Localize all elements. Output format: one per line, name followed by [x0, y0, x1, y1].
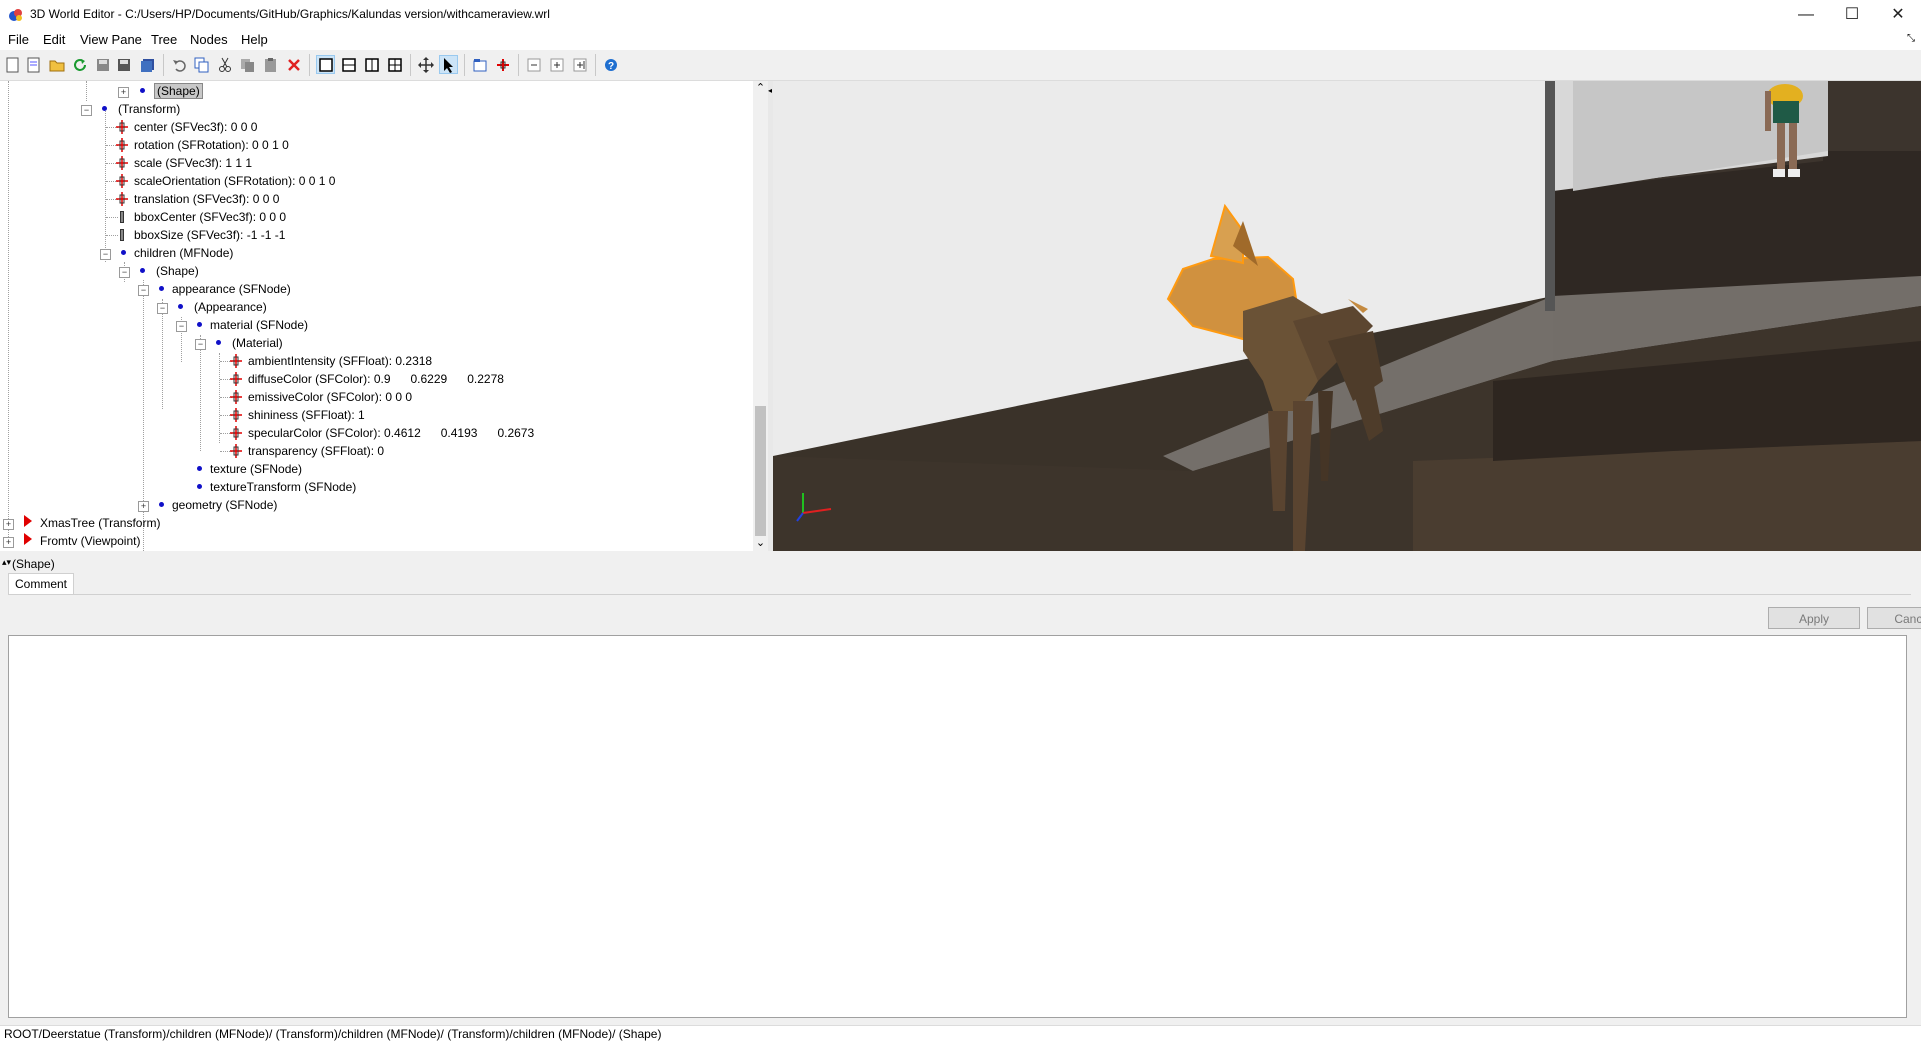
tree-node-material[interactable]: (Material)	[232, 334, 283, 352]
field-icon	[230, 444, 242, 458]
cut-icon[interactable]	[215, 55, 234, 74]
status-bar: ROOT/Deerstatue (Transform)/children (MF…	[0, 1025, 1921, 1042]
scroll-up-icon[interactable]: ⌃	[753, 81, 768, 96]
3d-viewport[interactable]	[773, 81, 1921, 551]
tree-field-bbox-size[interactable]: bboxSize (SFVec3f): -1 -1 -1	[134, 226, 285, 244]
field-icon	[116, 156, 128, 170]
node-icon[interactable]	[470, 55, 489, 74]
tree-field-emissive-color[interactable]: emissiveColor (SFColor): 0 0 0	[248, 388, 412, 406]
cancel-button[interactable]: Cancel	[1867, 607, 1921, 629]
paste-icon[interactable]	[261, 55, 280, 74]
transform-marker-icon	[24, 515, 32, 527]
toolbar: ?	[0, 50, 1921, 81]
new-template-icon[interactable]	[24, 55, 43, 74]
delete-icon[interactable]	[284, 55, 303, 74]
scroll-down-icon[interactable]: ⌄	[753, 536, 768, 551]
tree-node-texture[interactable]: texture (SFNode)	[210, 460, 302, 478]
scroll-thumb[interactable]	[755, 406, 766, 536]
field-icon	[116, 192, 128, 206]
save-all-icon[interactable]	[138, 55, 157, 74]
tree-node-children[interactable]: children (MFNode)	[134, 244, 233, 262]
app-icon	[9, 9, 22, 21]
tree-field-transparency[interactable]: transparency (SFFloat): 0	[248, 442, 384, 460]
minimize-button[interactable]: —	[1783, 0, 1829, 30]
window-title: 3D World Editor - C:/Users/HP/Documents/…	[30, 7, 550, 21]
undo-icon[interactable]	[169, 55, 188, 74]
viewpoint-marker-icon	[24, 533, 32, 545]
tree-node-fromtv[interactable]: Fromtv (Viewpoint)	[40, 532, 140, 550]
select-pointer-icon[interactable]	[439, 55, 458, 74]
tree-node-shape[interactable]: (Shape)	[156, 262, 199, 280]
tree-node-appearance-field[interactable]: appearance (SFNode)	[172, 280, 291, 298]
property-panel: ▴▾ (Shape) Comment Apply Cancel	[0, 557, 1921, 1025]
comment-textarea[interactable]	[8, 635, 1907, 1018]
menu-nodes[interactable]: Nodes	[190, 32, 228, 47]
readonly-field-icon	[120, 229, 124, 241]
tree-node-texture-transform[interactable]: textureTransform (SFNode)	[210, 478, 356, 496]
menu-view-pane[interactable]: View Pane	[80, 32, 142, 47]
tree-node-appearance[interactable]: (Appearance)	[194, 298, 267, 316]
scene-render	[773, 81, 1921, 551]
tree-field-diffuse-color[interactable]: diffuseColor (SFColor): 0.9 0.6229 0.227…	[248, 370, 504, 388]
tree-field-translation[interactable]: translation (SFVec3f): 0 0 0	[134, 190, 279, 208]
expand-all-icon[interactable]	[570, 55, 589, 74]
tree-field-rotation[interactable]: rotation (SFRotation): 0 0 1 0	[134, 136, 289, 154]
field-icon	[116, 174, 128, 188]
collapse-icon[interactable]	[524, 55, 543, 74]
tree-field-shininess[interactable]: shininess (SFFloat): 1	[248, 406, 365, 424]
tree-field-scale-orientation[interactable]: scaleOrientation (SFRotation): 0 0 1 0	[134, 172, 335, 190]
menu-bar: File Edit View Pane Tree Nodes Help ⤡	[0, 30, 1921, 50]
tree-scrollbar[interactable]: ⌃ ⌄	[753, 81, 768, 551]
open-icon[interactable]	[47, 55, 66, 74]
tree-field-specular-color[interactable]: specularColor (SFColor): 0.4612 0.4193 0…	[248, 424, 534, 442]
menu-edit[interactable]: Edit	[43, 32, 65, 47]
single-pane-icon[interactable]	[316, 55, 335, 74]
tree-node-shape-selected[interactable]: (Shape)	[154, 82, 203, 100]
field-icon	[230, 372, 242, 386]
tree-field-bbox-center[interactable]: bboxCenter (SFVec3f): 0 0 0	[134, 208, 286, 226]
scene-tree[interactable]: + (Shape) − (Transform) center (SFVec3f)…	[0, 81, 755, 551]
mdi-restore-icon[interactable]: ⤡	[1907, 33, 1915, 44]
copy-alt-icon[interactable]	[238, 55, 257, 74]
tree-field-ambient-intensity[interactable]: ambientIntensity (SFFloat): 0.2318	[248, 352, 432, 370]
save-icon[interactable]	[93, 55, 112, 74]
tree-field-scale[interactable]: scale (SFVec3f): 1 1 1	[134, 154, 252, 172]
copy-icon[interactable]	[192, 55, 211, 74]
field-icon	[230, 390, 242, 404]
svg-text:?: ?	[607, 61, 613, 72]
readonly-field-icon	[120, 211, 124, 223]
menu-tree[interactable]: Tree	[151, 32, 177, 47]
menu-file[interactable]: File	[8, 32, 29, 47]
tree-node-transform[interactable]: (Transform)	[118, 100, 180, 118]
tree-node-material-field[interactable]: material (SFNode)	[210, 316, 308, 334]
split-horizontal-icon[interactable]	[339, 55, 358, 74]
tree-node-xmastree[interactable]: XmasTree (Transform)	[40, 514, 160, 532]
new-icon[interactable]	[3, 55, 22, 74]
expand-icon[interactable]	[547, 55, 566, 74]
maximize-button[interactable]: ☐	[1829, 0, 1875, 30]
field-icon	[230, 408, 242, 422]
node-path: ROOT/Deerstatue (Transform)/children (MF…	[4, 1027, 662, 1041]
field-icon	[230, 426, 242, 440]
close-window-button[interactable]: ✕	[1875, 0, 1921, 30]
move-icon[interactable]	[416, 55, 435, 74]
add-field-icon[interactable]	[493, 55, 512, 74]
split-vertical-icon[interactable]	[362, 55, 381, 74]
title-bar: 3D World Editor - C:/Users/HP/Documents/…	[0, 0, 1921, 30]
save-as-icon[interactable]	[115, 55, 134, 74]
field-icon	[230, 354, 242, 368]
node-type-label: (Shape)	[12, 557, 55, 571]
apply-button[interactable]: Apply	[1768, 607, 1860, 629]
field-icon	[116, 120, 128, 134]
tree-node-geometry[interactable]: geometry (SFNode)	[172, 496, 277, 514]
field-icon	[116, 138, 128, 152]
tab-comment[interactable]: Comment	[8, 573, 74, 595]
tree-field-center[interactable]: center (SFVec3f): 0 0 0	[134, 118, 257, 136]
reload-icon[interactable]	[70, 55, 89, 74]
help-icon[interactable]: ?	[601, 55, 620, 74]
resize-arrows-icon[interactable]: ▴▾	[2, 557, 11, 568]
quad-pane-icon[interactable]	[385, 55, 404, 74]
menu-help[interactable]: Help	[241, 32, 268, 47]
